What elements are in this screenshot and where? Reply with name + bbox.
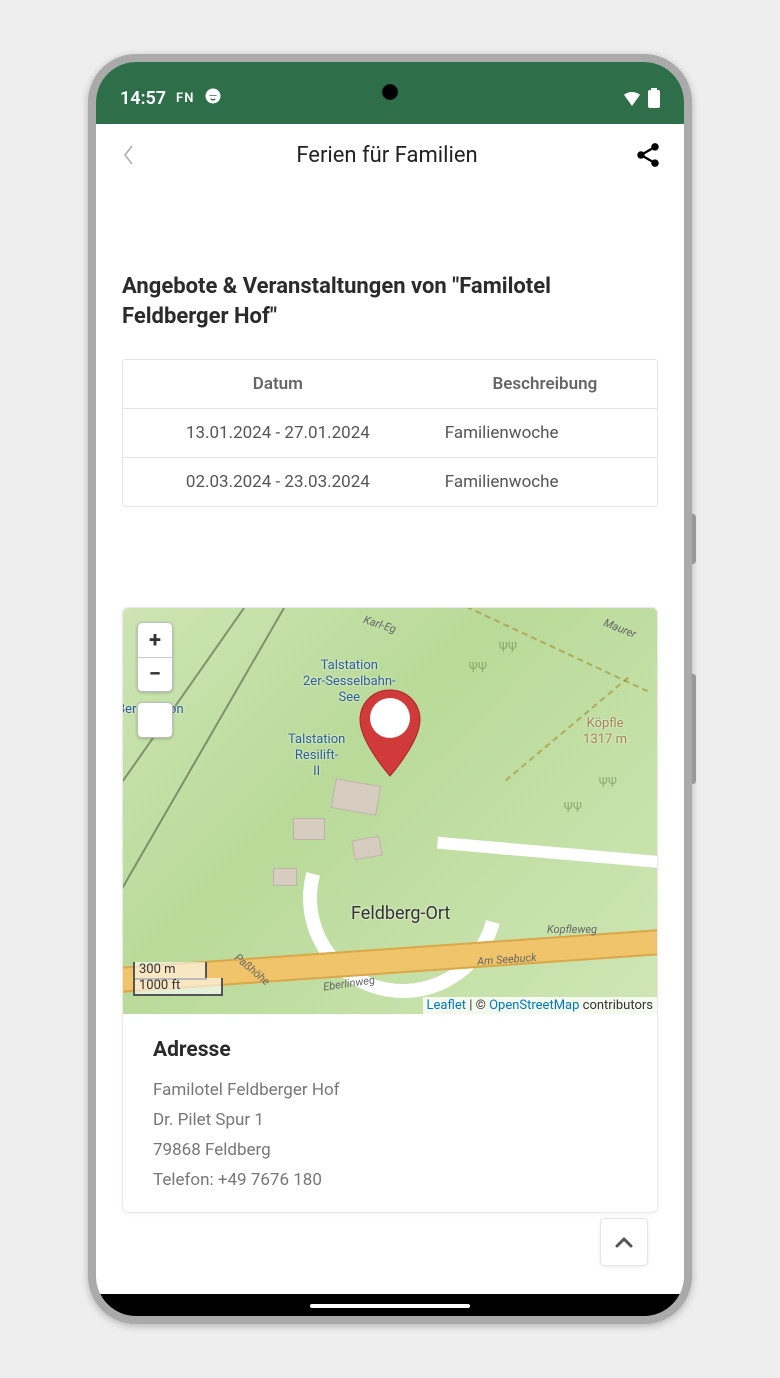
address-heading: Adresse bbox=[153, 1038, 627, 1062]
attribution-separator: | © bbox=[466, 998, 489, 1013]
map[interactable]: ψψ ψψ ψψ ψψ Talstation 2er-Sesselbahn- S… bbox=[123, 608, 657, 1014]
map-attribution: Leaflet | © OpenStreetMap contributors bbox=[423, 997, 657, 1014]
zoom-out-button[interactable]: − bbox=[138, 657, 172, 691]
page-title: Ferien für Familien bbox=[296, 143, 477, 168]
table-row: 02.03.2024 - 23.03.2024 Familienwoche bbox=[123, 457, 657, 506]
tree-icon: ψψ bbox=[499, 638, 517, 653]
wifi-icon bbox=[622, 90, 642, 106]
home-indicator[interactable] bbox=[310, 1304, 470, 1308]
attribution-suffix: contributors bbox=[579, 998, 653, 1013]
map-label-talstation-resilift: Talstation Resilift- II bbox=[288, 732, 345, 779]
scroll-to-top-button[interactable] bbox=[600, 1218, 648, 1266]
phone-screen: 14:57 FN bbox=[96, 62, 684, 1316]
table-cell-date: 13.01.2024 - 27.01.2024 bbox=[123, 409, 433, 457]
table-header-date: Datum bbox=[123, 360, 433, 408]
scale-imperial: 1000 ft bbox=[133, 978, 223, 996]
map-label-kopfle: Köpfle 1317 m bbox=[583, 716, 627, 747]
zoom-in-button[interactable]: + bbox=[138, 623, 172, 657]
map-scale: 300 m 1000 ft bbox=[133, 962, 223, 996]
layers-button[interactable] bbox=[137, 702, 173, 738]
battery-icon bbox=[648, 88, 660, 108]
table-row: 13.01.2024 - 27.01.2024 Familienwoche bbox=[123, 408, 657, 457]
status-right bbox=[622, 88, 660, 108]
address-street: Dr. Pilet Spur 1 bbox=[153, 1110, 627, 1130]
camera-hole bbox=[382, 84, 398, 100]
table-cell-desc: Familienwoche bbox=[433, 409, 657, 457]
chevron-up-icon bbox=[615, 1236, 633, 1248]
table-cell-date: 02.03.2024 - 23.03.2024 bbox=[123, 458, 433, 506]
peak-name: Köpfle bbox=[587, 716, 624, 731]
status-fn: FN bbox=[176, 91, 194, 106]
map-street-label: Kopfleweg bbox=[547, 923, 597, 936]
building bbox=[273, 868, 297, 886]
share-button[interactable] bbox=[630, 137, 666, 173]
map-street-label: Karl-Eg bbox=[362, 613, 398, 636]
leaflet-link[interactable]: Leaflet bbox=[427, 998, 467, 1013]
section-title: Angebote & Veranstaltungen von "Familote… bbox=[122, 272, 658, 331]
table-header-desc: Beschreibung bbox=[433, 360, 657, 408]
app-status-icon bbox=[204, 87, 222, 109]
address-phone: Telefon: +49 7676 180 bbox=[153, 1170, 627, 1190]
tree-icon: ψψ bbox=[469, 658, 487, 673]
table-cell-desc: Familienwoche bbox=[433, 458, 657, 506]
content-area[interactable]: Angebote & Veranstaltungen von "Familote… bbox=[96, 272, 684, 1213]
side-button bbox=[692, 674, 696, 784]
zoom-controls: + − bbox=[137, 622, 173, 692]
tree-icon: ψψ bbox=[564, 798, 582, 813]
tree-icon: ψψ bbox=[599, 773, 617, 788]
map-pin-icon bbox=[354, 686, 426, 784]
events-table: Datum Beschreibung 13.01.2024 - 27.01.20… bbox=[122, 359, 658, 507]
address-name: Familotel Feldberger Hof bbox=[153, 1080, 627, 1100]
phone-frame: 14:57 FN bbox=[88, 54, 692, 1324]
back-button[interactable] bbox=[114, 140, 144, 170]
table-header-row: Datum Beschreibung bbox=[123, 360, 657, 408]
location-card: ψψ ψψ ψψ ψψ Talstation 2er-Sesselbahn- S… bbox=[122, 607, 658, 1213]
address-block: Adresse Familotel Feldberger Hof Dr. Pil… bbox=[123, 1014, 657, 1212]
osm-link[interactable]: OpenStreetMap bbox=[489, 998, 579, 1013]
peak-height: 1317 m bbox=[583, 732, 627, 747]
map-street-label: Am Seebuck bbox=[477, 951, 537, 968]
map-label-feldberg-ort: Feldberg-Ort bbox=[351, 903, 450, 925]
app-header: Ferien für Familien bbox=[96, 124, 684, 186]
status-time: 14:57 bbox=[120, 88, 166, 109]
building bbox=[293, 818, 325, 840]
map-street-label: Maurer bbox=[602, 617, 638, 642]
address-city: 79868 Feldberg bbox=[153, 1140, 627, 1160]
side-button bbox=[692, 514, 696, 564]
status-left: 14:57 FN bbox=[120, 87, 222, 109]
